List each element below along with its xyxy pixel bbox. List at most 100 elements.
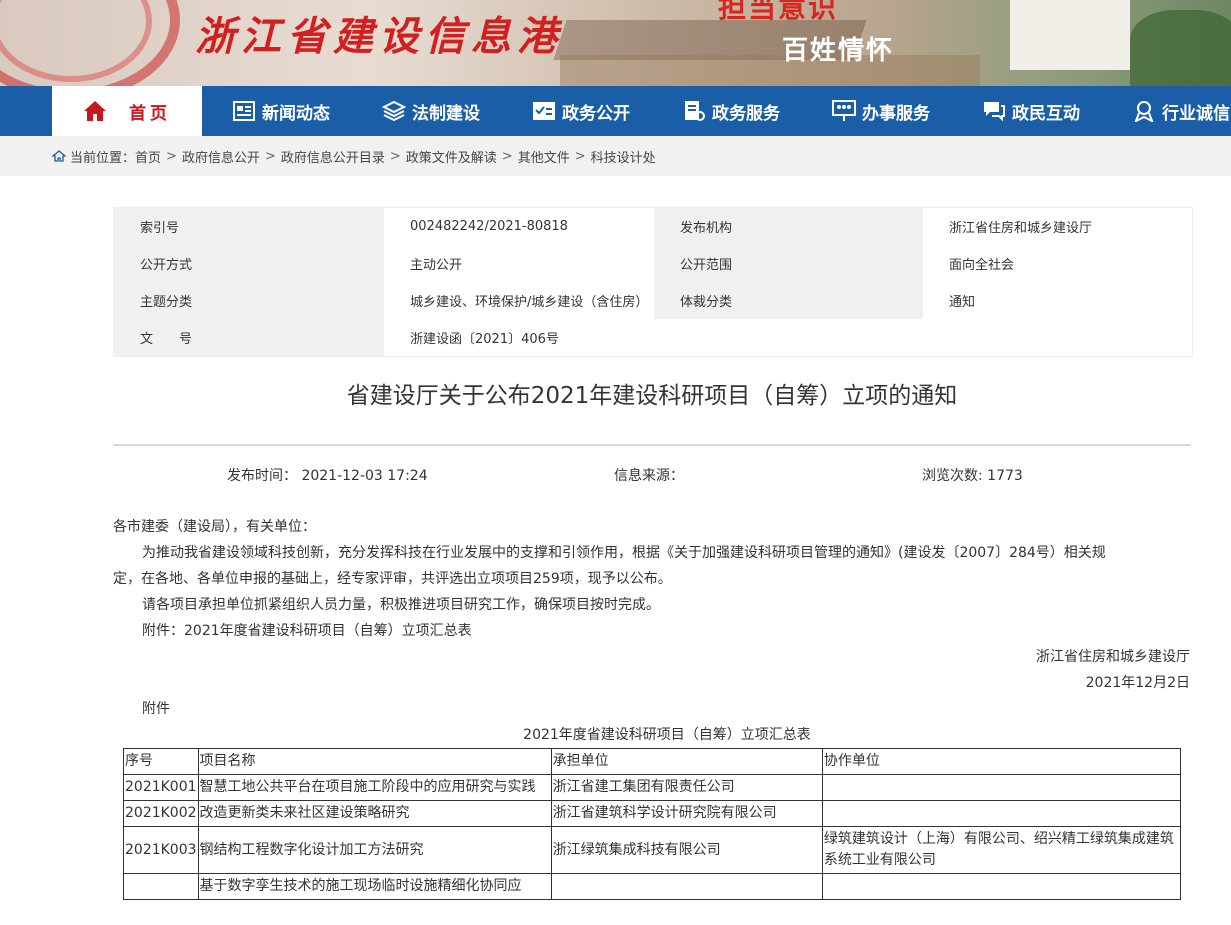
nav-item-label: 政务服务 <box>712 103 780 124</box>
breadcrumb-separator: > <box>574 148 586 164</box>
banner-slogan: 担当意识 <box>718 0 839 24</box>
breadcrumb-prefix: 当前位置： <box>70 150 136 166</box>
meta-label: 主题分类 <box>114 282 384 319</box>
document-metadata: 索引号 002482242/2021-80818 发布机构 浙江省住房和城乡建设… <box>113 207 1193 357</box>
table-cell: 智慧工地公共平台在项目施工阶段中的应用研究与实践 <box>197 774 552 801</box>
table-cell: 钢结构工程数字化设计加工方法研究 <box>197 826 552 874</box>
table-cell: 2021K001 <box>123 774 199 801</box>
body-paragraph: 为推动我省建设领域科技创新，充分发挥科技在行业发展中的支撑和引领作用，根据《关于… <box>113 540 1191 566</box>
nav-item-legal[interactable]: 法制建设 <box>382 86 480 136</box>
people-icon <box>832 99 856 123</box>
nav-item-label: 办事服务 <box>862 103 930 124</box>
body-paragraph: 定，在各地、各单位申报的基础上，经专家评审，共评选出立项项目259项，现予以公布… <box>113 571 672 587</box>
banner-decoration <box>1010 0 1130 70</box>
column-header: 项目名称 <box>197 748 552 775</box>
badge-icon <box>1132 99 1156 123</box>
breadcrumb-link[interactable]: 政府信息公开目录 <box>281 147 385 166</box>
greeting: 各市建委（建设局），有关单位： <box>113 519 316 535</box>
breadcrumb-separator: > <box>166 148 177 164</box>
table-row: 2021K003 钢结构工程数字化设计加工方法研究 浙江绿筑集成科技有限公司 绿… <box>123 826 1182 874</box>
table-cell <box>821 774 1182 801</box>
meta-label: 文 号 <box>114 319 384 356</box>
breadcrumb: 当前位置： 首页 > 政府信息公开 > 政府信息公开目录 > 政策文件及解读 >… <box>52 136 656 176</box>
table-row: 2021K002 改造更新类未来社区建设策略研究 浙江省建筑科学设计研究院有限公… <box>123 800 1182 827</box>
nav-item-affairs-open[interactable]: 政务公开 <box>532 86 630 136</box>
breadcrumb-separator: > <box>501 148 513 164</box>
banner-decoration <box>1130 10 1231 86</box>
breadcrumb-link[interactable]: 政府信息公开 <box>182 147 260 166</box>
table-cell: 2021K002 <box>123 800 199 827</box>
nav-item-news[interactable]: 新闻动态 <box>232 86 330 136</box>
table-cell: 浙江省建工集团有限责任公司 <box>550 774 823 801</box>
meta-label: 公开方式 <box>114 245 384 282</box>
main-nav: 首页 新闻动态 法制建设 政务公开 政务服务 办事服务 政民互动 行业诚信 <box>0 86 1231 136</box>
table-header-row: 序号 项目名称 承担单位 协作单位 <box>123 748 1182 775</box>
site-logo-title[interactable]: 浙江省建设信息港 <box>195 4 563 62</box>
nav-item-interaction[interactable]: 政民互动 <box>982 86 1080 136</box>
body-paragraph: 请各项目承担单位抓紧组织人员力量，积极推进项目研究工作，确保项目按时完成。 <box>142 597 660 613</box>
meta-value: 面向全社会 <box>923 245 1192 282</box>
breadcrumb-link[interactable]: 科技设计处 <box>591 147 656 166</box>
breadcrumb-link[interactable]: 首页 <box>135 147 161 166</box>
nav-item-label: 政务公开 <box>562 103 630 124</box>
project-table: 序号 项目名称 承担单位 协作单位 2021K001 智慧工地公共平台在项目施工… <box>123 748 1182 900</box>
table-cell: 基于数字孪生技术的施工现场临时设施精细化协同应 <box>197 873 552 900</box>
nav-item-home[interactable]: 首页 <box>52 86 202 136</box>
table-cell <box>550 873 823 900</box>
checklist-icon <box>532 99 556 123</box>
table-cell: 绿筑建筑设计（上海）有限公司、绍兴精工绿筑集成建筑系统工业有限公司 <box>821 826 1182 874</box>
layers-icon <box>382 99 406 123</box>
table-cell: 2021K003 <box>123 826 199 874</box>
chat-icon <box>982 99 1006 123</box>
table-cell: 浙江绿筑集成科技有限公司 <box>550 826 823 874</box>
meta-value: 002482242/2021-80818 <box>384 208 654 245</box>
article-title: 省建设厅关于公布2021年建设科研项目（自筹）立项的通知 <box>346 383 958 409</box>
banner-slogan: 百姓情怀 <box>782 36 895 66</box>
attachment-note: 附件：2021年度省建设科研项目（自筹）立项汇总表 <box>142 623 472 639</box>
breadcrumb-link[interactable]: 其他文件 <box>518 147 570 166</box>
nav-item-label: 新闻动态 <box>262 103 330 124</box>
body-text: 为推动我省建设领域科技创新，充分发挥科技在行业发展中的支撑和引领作用，根据《关于… <box>142 545 1106 561</box>
nav-item-label: 政民互动 <box>1012 103 1080 124</box>
table-cell <box>123 873 199 900</box>
column-header: 承担单位 <box>550 748 823 775</box>
table-caption: 2021年度省建设科研项目（自筹）立项汇总表 <box>523 727 811 743</box>
header-banner: 浙江省建设信息港 担当意识 百姓情怀 <box>0 0 1231 86</box>
newspaper-icon <box>232 99 256 123</box>
meta-value: 浙江省住房和城乡建设厅 <box>923 208 1192 245</box>
breadcrumb-link[interactable]: 政策文件及解读 <box>406 147 497 166</box>
signature: 浙江省住房和城乡建设厅 <box>1036 649 1190 665</box>
info-source: 信息来源： <box>614 468 684 484</box>
meta-label: 体裁分类 <box>654 282 923 319</box>
table-cell: 浙江省建筑科学设计研究院有限公司 <box>550 800 823 827</box>
home-icon <box>83 99 107 123</box>
divider <box>113 444 1191 446</box>
nav-item-credit[interactable]: 行业诚信 <box>1132 86 1230 136</box>
publish-time: 发布时间： 2021-12-03 17:24 <box>227 468 428 484</box>
column-header: 协作单位 <box>821 748 1182 775</box>
table-row: 2021K001 智慧工地公共平台在项目施工阶段中的应用研究与实践 浙江省建工集… <box>123 774 1182 801</box>
meta-value: 通知 <box>923 282 1192 319</box>
attachment-label: 附件 <box>142 701 170 717</box>
breadcrumb-bar: 当前位置： 首页 > 政府信息公开 > 政府信息公开目录 > 政策文件及解读 >… <box>0 136 1231 176</box>
meta-label: 公开范围 <box>654 245 923 282</box>
meta-value: 主动公开 <box>384 245 654 282</box>
breadcrumb-separator: > <box>264 148 276 164</box>
nav-item-label: 首页 <box>129 103 171 124</box>
sign-date: 2021年12月2日 <box>1085 675 1190 691</box>
nav-item-label: 法制建设 <box>412 103 480 124</box>
nav-item-gov-service[interactable]: 政务服务 <box>682 86 780 136</box>
nav-item-label: 行业诚信 <box>1162 103 1230 124</box>
meta-value: 浙建设函〔2021〕406号 <box>384 319 1192 356</box>
meta-label: 索引号 <box>114 208 384 245</box>
view-count: 浏览次数: 1773 <box>922 468 1023 484</box>
nav-item-office-service[interactable]: 办事服务 <box>832 86 930 136</box>
table-cell <box>821 800 1182 827</box>
document-icon <box>682 99 706 123</box>
meta-label: 发布机构 <box>654 208 923 245</box>
table-row: 基于数字孪生技术的施工现场临时设施精细化协同应 <box>123 873 1182 900</box>
banner-decoration <box>560 55 980 86</box>
home-icon <box>52 150 66 162</box>
meta-value: 城乡建设、环境保护/城乡建设（含住房） <box>384 282 654 319</box>
table-cell <box>821 873 1182 900</box>
